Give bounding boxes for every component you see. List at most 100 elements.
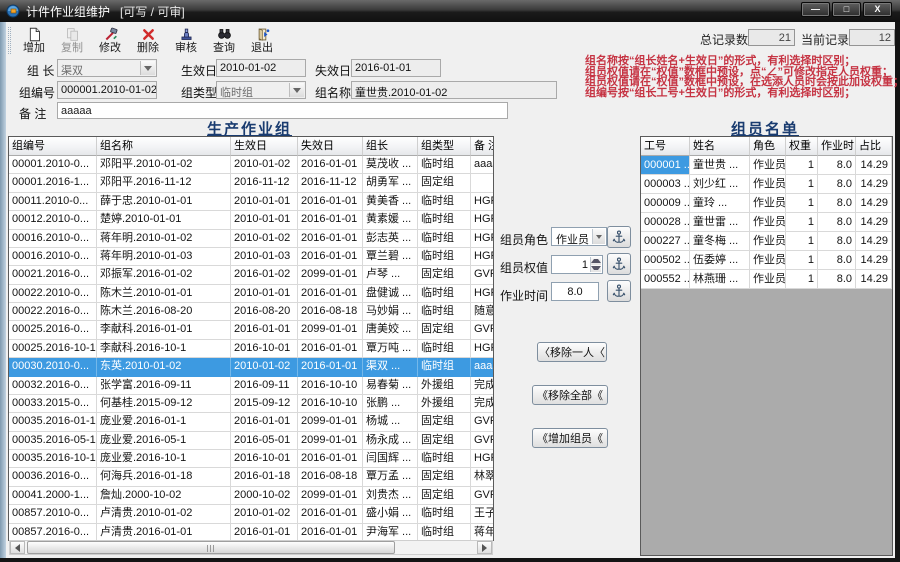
work-time-field[interactable]: 8.0 [551, 282, 599, 301]
table-row[interactable]: 00001.2016-1... 邓阳平.2016-11-12 2016-11-12 2… [9, 174, 493, 193]
table-row[interactable]: 00032.2016-0... 张学富.2016-09-11 2016-09-11 2… [9, 376, 493, 395]
cell: 固定组 [418, 321, 471, 340]
chevron-down-icon[interactable] [592, 229, 605, 244]
maximize-button[interactable]: □ [832, 2, 861, 17]
column-header[interactable]: 姓名 [690, 137, 750, 156]
table-row[interactable]: 00025.2016-10-1 李献科.2016-10-1 2016-10-01 20… [9, 339, 493, 359]
cell [471, 174, 493, 193]
exit-button[interactable]: 退出 [243, 27, 281, 57]
column-header[interactable]: 组类型 [418, 137, 471, 156]
query-button[interactable]: 查询 [205, 27, 243, 57]
table-row[interactable]: 00011.2010-0... 薛于忠.2010-01-01 2010-01-01 2… [9, 192, 493, 212]
stepper-arrows[interactable] [590, 257, 601, 272]
column-header[interactable]: 工号 [641, 137, 690, 156]
chevron-down-icon[interactable] [289, 83, 304, 97]
apply-time-button[interactable] [607, 280, 631, 302]
cell: 詹灿.2000-10-02 [97, 486, 231, 506]
apply-weight-button[interactable] [607, 253, 631, 275]
remove-all-button[interactable]: 《移除全部《 [532, 385, 608, 405]
cell: 固定组 [418, 266, 471, 285]
horizontal-scrollbar[interactable] [9, 540, 493, 555]
cell: 邓阳平.2010-01-02 [97, 156, 231, 175]
column-header[interactable]: 组长 [363, 137, 418, 156]
minimize-button[interactable]: — [801, 2, 830, 17]
table-row[interactable]: 000502 ... 伍委婷 ... 作业员 1 8.0 14.29 [641, 251, 892, 270]
cell: 2016-11-12 [231, 174, 298, 193]
cell: 2016-10-10 [298, 394, 363, 414]
column-header[interactable]: 备 注 [471, 137, 493, 156]
table-row[interactable]: 000009 ... 童玲 ... 作业员 1 8.0 14.29 [641, 194, 892, 213]
remove-one-button[interactable]: 〈移除一人〈 [537, 342, 607, 362]
cell: 固定组 [418, 174, 471, 193]
members-table[interactable]: 工号 姓名 角色 权重 作业时 占比 000001 ... 童世贵 ... 作业员 1 8.0 14.… [640, 136, 893, 556]
table-row[interactable]: 00035.2016-10-1 庞业爱.2016-10-1 2016-10-01 20… [9, 450, 493, 469]
table-row[interactable]: 000003 ... 刘少红 ... 作业员 1 8.0 14.29 [641, 175, 892, 194]
start-date-field[interactable]: 2010-01-02 [216, 59, 306, 77]
add-button[interactable]: 增加 [15, 27, 53, 57]
chevron-up-icon[interactable] [591, 257, 601, 265]
chevron-down-icon[interactable] [140, 61, 155, 75]
table-row[interactable]: 00035.2016-05-1 庞业爱.2016-05-1 2016-05-01 20… [9, 431, 493, 450]
column-header[interactable]: 失效日 [298, 137, 363, 156]
member-role-combobox[interactable]: 作业员 [551, 227, 607, 246]
cell: 2016-01-01 [231, 413, 298, 432]
table-row[interactable]: 00857.2010-0... 卢清贵.2010-01-02 2010-01-02 2… [9, 505, 493, 524]
column-header[interactable]: 作业时 [818, 137, 856, 156]
scroll-right-arrow-icon[interactable] [477, 541, 492, 554]
cell: 覃兰碧 ... [363, 247, 418, 267]
table-row[interactable]: 00025.2016-0... 李献科.2016-01-01 2016-01-01 2… [9, 321, 493, 340]
cell: 随意 [471, 303, 493, 322]
column-header[interactable]: 权重 [786, 137, 818, 156]
table-row[interactable]: 000227 ... 童冬梅 ... 作业员 1 8.0 14.29 [641, 232, 892, 251]
production-groups-table[interactable]: 组编号组名称生效日失效日组长组类型备 注00001.2010-0...邓阳平.2… [8, 136, 494, 541]
leader-combobox[interactable]: 渠双 [57, 59, 157, 77]
cell: 00012.2010-0... [9, 211, 97, 230]
apply-role-button[interactable] [607, 226, 631, 248]
cell: 唐美姣 ... [363, 321, 418, 340]
table-row[interactable]: 00016.2010-0... 蒋年明.2010-01-03 2010-01-03 2… [9, 247, 493, 267]
toolbar-gripper[interactable] [8, 27, 11, 54]
column-header[interactable]: 占比 [856, 137, 892, 156]
table-row[interactable]: 00022.2010-0... 陈木兰.2010-01-01 2010-01-01 2… [9, 284, 493, 303]
cell: GVFDGF [471, 487, 493, 506]
table-row[interactable]: 00001.2010-0... 邓阳平.2010-01-02 2010-01-02 2… [9, 156, 493, 175]
table-row[interactable]: 000552 ... 林燕珊 ... 作业员 1 8.0 14.29 [641, 270, 892, 289]
scrollbar-thumb[interactable] [27, 541, 395, 554]
cell: 2099-01-01 [298, 321, 363, 340]
cell: 00016.2010-0... [9, 229, 97, 248]
cell: 何基桂.2015-09-12 [97, 394, 231, 414]
close-button[interactable]: X [863, 2, 892, 17]
modify-button[interactable]: 修改 [91, 27, 129, 57]
table-row[interactable]: 00012.2010-0... 楚婷.2010-01-01 2010-01-01 20… [9, 211, 493, 230]
audit-button[interactable]: 审核 [167, 27, 205, 57]
chevron-down-icon[interactable] [591, 264, 601, 272]
group-type-combobox[interactable]: 临时组 [216, 81, 306, 99]
cell: GVFDGF [471, 266, 493, 285]
group-name-field[interactable]: 童世贵.2010-01-02 [351, 81, 557, 99]
table-row[interactable]: 00021.2016-0... 邓振军.2016-01-02 2016-01-02 2… [9, 266, 493, 285]
table-row[interactable]: 000001 ... 童世贵 ... 作业员 1 8.0 14.29 [641, 156, 892, 175]
scroll-left-arrow-icon[interactable] [10, 541, 25, 554]
column-header[interactable]: 角色 [750, 137, 786, 156]
end-date-field[interactable]: 2016-01-01 [351, 59, 441, 77]
table-row[interactable]: 00035.2016-01-1 庞业爱.2016-01-1 2016-01-01 20… [9, 413, 493, 432]
column-header[interactable]: 组名称 [97, 137, 231, 156]
table-row[interactable]: 00022.2016-0... 陈木兰.2016-08-20 2016-08-20 2… [9, 303, 493, 322]
delete-button[interactable]: 删除 [129, 27, 167, 57]
table-row[interactable]: 00033.2015-0... 何基桂.2015-09-12 2015-09-12 2… [9, 394, 493, 414]
cell: 楚婷.2010-01-01 [97, 211, 231, 230]
table-row[interactable]: 00857.2016-0... 卢清贵.2016-01-01 2016-01-01 2… [9, 523, 493, 540]
table-row[interactable]: 00041.2000-1... 詹灿.2000-10-02 2000-10-02 20… [9, 486, 493, 506]
cell: 2016-01-18 [231, 468, 298, 487]
table-row[interactable]: 000028 ... 童世雷 ... 作业员 1 8.0 14.29 [641, 213, 892, 232]
table-row[interactable]: 00036.2016-0... 何海兵.2016-01-18 2016-01-18 2… [9, 468, 493, 487]
remark-field[interactable]: aaaaa [57, 102, 508, 119]
column-header[interactable]: 组编号 [9, 137, 97, 156]
table-row[interactable]: 00030.2010-0... 东英.2010-01-02 2010-01-02 20… [9, 358, 493, 377]
add-members-button[interactable]: 《增加组员《 [532, 428, 608, 448]
column-header[interactable]: 生效日 [231, 137, 298, 156]
member-weight-stepper[interactable]: 1 [551, 255, 603, 274]
cell: 童冬梅 ... [690, 232, 750, 251]
table-row[interactable]: 00016.2010-0... 蒋年明.2010-01-02 2010-01-02 2… [9, 229, 493, 248]
group-no-field[interactable]: 000001.2010-01-02 [57, 81, 157, 99]
